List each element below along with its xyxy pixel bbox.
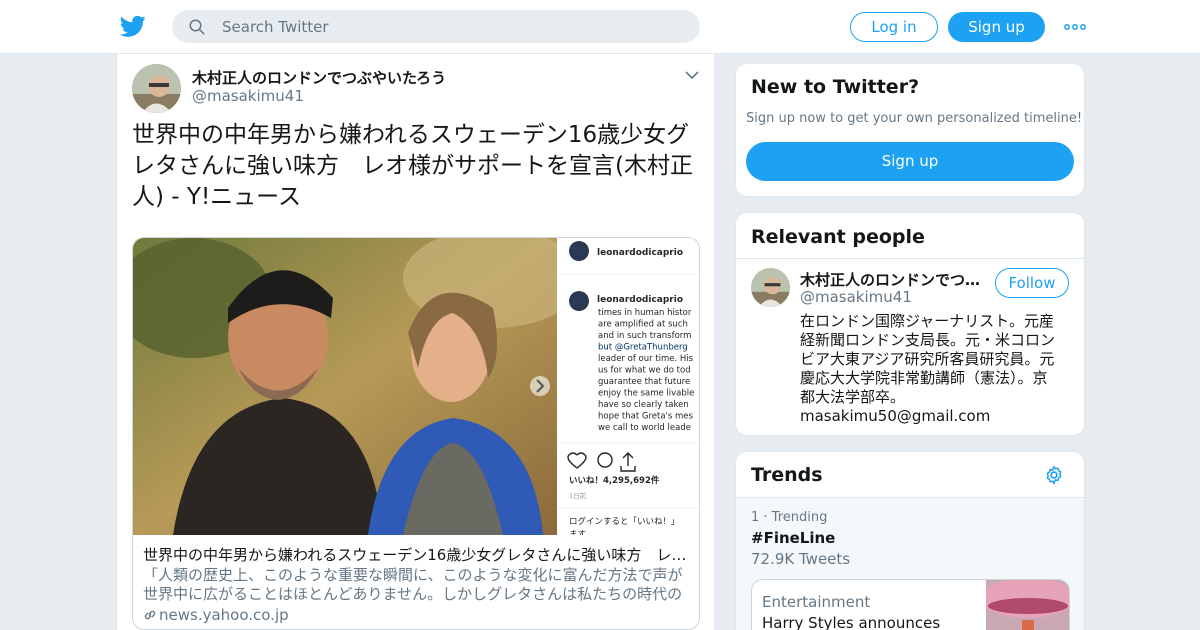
trends-panel: Trends 1 · Trending #FineLine 72.9K Twee… bbox=[735, 451, 1085, 630]
instagram-likes: いいね！4,295,692件 bbox=[569, 475, 660, 486]
instagram-caption-line: enjoy the same livable bbox=[598, 389, 694, 399]
instagram-caption-line: we call to world leade bbox=[598, 423, 691, 433]
instagram-login-prompt: ログインすると「いいね！」 bbox=[569, 516, 680, 527]
card-image[interactable]: leonardodicaprio leonardodicaprio times … bbox=[133, 238, 699, 535]
person-name[interactable]: 木村正人のロンドンでつぶやいたろう bbox=[800, 269, 984, 290]
instagram-login-prompt-tail: ます bbox=[569, 530, 586, 535]
panel-subtitle: Sign up now to get your own personalized… bbox=[746, 111, 1083, 126]
signup-button[interactable]: Sign up bbox=[948, 12, 1045, 42]
author-handle[interactable]: @masakimu41 bbox=[192, 87, 304, 105]
link-icon bbox=[144, 610, 156, 620]
trend-meta: 1 · Trending bbox=[751, 510, 828, 525]
more-dots-icon[interactable] bbox=[1064, 24, 1086, 30]
news-title[interactable]: Harry Styles announces bbox=[762, 614, 940, 630]
tweet-text: 世界中の中年男から嫌われるスウェーデン16歳少女グレタさんに強い味方 レオ様がサ… bbox=[132, 122, 693, 210]
tweet: 木村正人のロンドンでつぶやいたろう @masakimu41 世界中の中年男から嫌… bbox=[116, 54, 715, 630]
trend-name[interactable]: #FineLine bbox=[751, 529, 835, 547]
card-domain-text: news.yahoo.co.jp bbox=[159, 606, 289, 624]
instagram-caption-line: but @GretaThunberg bbox=[598, 343, 688, 353]
instagram-caption-line: have so clearly taken bbox=[598, 400, 689, 410]
instagram-caption-line: and in such transform bbox=[598, 331, 691, 341]
author-avatar[interactable] bbox=[132, 64, 181, 113]
card-domain[interactable]: news.yahoo.co.jp bbox=[143, 606, 289, 624]
instagram-age: 1日前 bbox=[569, 491, 587, 500]
card-description: 「人類の歴史上、このような重要な瞬間に、このような変化に富んだ方法で声が世界中に… bbox=[143, 566, 683, 603]
instagram-caption-line: us for what we do tod bbox=[598, 366, 691, 376]
person-handle[interactable]: @masakimu41 bbox=[800, 288, 912, 306]
signup-button-large[interactable]: Sign up bbox=[746, 142, 1074, 181]
trends-header: Trends bbox=[736, 452, 1084, 498]
author-name[interactable]: 木村正人のロンドンでつぶやいたろう bbox=[192, 67, 446, 88]
person-bio: 在ロンドン国際ジャーナリスト。元産 経新聞ロンドン支局長。元・米コロン ビア大東… bbox=[800, 312, 1056, 425]
panel-title: New to Twitter? bbox=[751, 76, 920, 98]
panel-title: Relevant people bbox=[751, 226, 925, 248]
instagram-caption-line: guarantee that future bbox=[598, 377, 690, 387]
instagram-caption-line: times in human histor bbox=[598, 308, 692, 318]
news-category: Entertainment bbox=[762, 593, 871, 611]
link-preview-card[interactable]: leonardodicaprio leonardodicaprio times … bbox=[132, 237, 700, 630]
news-thumbnail bbox=[986, 580, 1069, 630]
search-icon bbox=[189, 19, 205, 35]
relevant-people-panel: Relevant people 木村正人のロンドンでつぶやいたろう @masak… bbox=[735, 212, 1085, 436]
panel-title: Trends bbox=[751, 464, 823, 486]
trend-tweet-count: 72.9K Tweets bbox=[751, 550, 851, 568]
instagram-caption-line: leader of our time. His bbox=[598, 354, 694, 364]
gear-icon[interactable] bbox=[1044, 465, 1064, 485]
card-title[interactable]: 世界中の中年男から嫌われるスウェーデン16歳少女グレタさんに強い味方 レオ様がサ… bbox=[143, 544, 691, 565]
instagram-post-username: leonardodicaprio bbox=[597, 295, 683, 305]
twitter-bird-icon[interactable] bbox=[120, 13, 146, 39]
instagram-username: leonardodicaprio bbox=[597, 248, 683, 258]
instagram-caption-line: are amplified at such bbox=[598, 320, 688, 330]
top-navigation-bar: Log in Sign up bbox=[0, 0, 1200, 54]
follow-button[interactable]: Follow bbox=[995, 268, 1069, 298]
search-input[interactable] bbox=[222, 10, 682, 43]
divider bbox=[736, 258, 1084, 259]
login-button[interactable]: Log in bbox=[850, 12, 938, 42]
new-to-twitter-panel: New to Twitter? Sign up now to get your … bbox=[735, 63, 1085, 197]
search-box[interactable] bbox=[172, 10, 700, 43]
chevron-down-icon[interactable] bbox=[685, 70, 699, 80]
person-avatar[interactable] bbox=[751, 268, 790, 307]
instagram-caption-line: hope that Greta's mes bbox=[598, 412, 694, 422]
trend-news-card[interactable]: Entertainment Harry Styles announces bbox=[751, 579, 1070, 630]
